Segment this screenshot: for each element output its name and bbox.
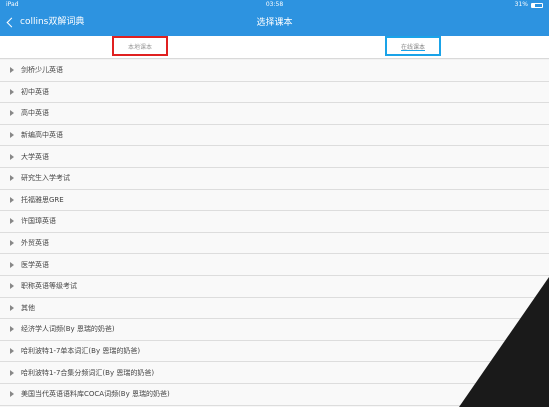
triangle-right-icon xyxy=(10,348,14,355)
list-item[interactable]: 新编高中英语 xyxy=(0,124,549,147)
list-item-label: 医学英语 xyxy=(21,260,49,269)
list-item-label: 新编高中英语 xyxy=(21,131,63,140)
list-item-label: 职称英语等级考试 xyxy=(21,282,77,291)
triangle-right-icon xyxy=(10,110,14,117)
triangle-right-icon xyxy=(10,88,14,95)
triangle-right-icon xyxy=(10,326,14,333)
list-item[interactable]: 大学英语 xyxy=(0,146,549,168)
triangle-right-icon xyxy=(10,261,14,268)
list-item-label: 其他 xyxy=(21,303,35,312)
list-item[interactable]: 初中英语 xyxy=(0,81,549,104)
list-item-label: 外贸英语 xyxy=(21,239,49,248)
battery-status: 31% xyxy=(515,0,543,10)
battery-fill xyxy=(532,3,536,7)
status-bar: iPad 03:58 31% xyxy=(0,0,549,10)
tab-underline xyxy=(401,50,425,51)
triangle-right-icon xyxy=(10,369,14,376)
triangle-right-icon xyxy=(10,283,14,290)
list-item-label: 许国璋英语 xyxy=(21,217,56,226)
list-item-label: 研究生入学考试 xyxy=(21,174,70,183)
triangle-right-icon xyxy=(10,153,14,160)
list-item[interactable]: 剑桥少儿英语 xyxy=(0,60,549,82)
triangle-right-icon xyxy=(10,240,14,247)
list-item-label: 哈利波特1-7合集分频词汇(By 恩瑞的奶爸) xyxy=(21,368,155,377)
triangle-right-icon xyxy=(10,218,14,225)
battery-icon xyxy=(531,2,543,8)
online-textbook-tab[interactable]: 在线课本 xyxy=(385,36,441,56)
triangle-right-icon xyxy=(10,132,14,139)
list-item-label: 初中英语 xyxy=(21,87,49,96)
list-item[interactable]: 研究生入学考试 xyxy=(0,167,549,190)
list-item-label: 哈利波特1-7单本词汇(By 恩瑞的奶爸) xyxy=(21,347,141,356)
list-item[interactable]: 托福雅思GRE xyxy=(0,189,549,212)
page-title: 选择课本 xyxy=(256,18,293,28)
list-item-label: 剑桥少儿英语 xyxy=(21,66,63,75)
list-item[interactable]: 许国璋英语 xyxy=(0,211,549,233)
list-item-label: 高中英语 xyxy=(21,109,49,118)
triangle-right-icon xyxy=(10,196,14,203)
list-item-label: 经济学人词频(By 恩瑞的奶爸) xyxy=(21,325,115,334)
triangle-right-icon xyxy=(10,175,14,182)
triangle-right-icon xyxy=(10,304,14,311)
list-item-label: 托福雅思GRE xyxy=(21,195,64,204)
triangle-right-icon xyxy=(10,67,14,74)
list-item[interactable]: 医学英语 xyxy=(0,254,549,276)
navigation-bar: collins双解词典 选择课本 xyxy=(0,12,549,34)
list-item-label: 美国当代英语语料库COCA词频(By 恩瑞的奶爸) xyxy=(21,390,170,399)
list-item[interactable]: 外贸英语 xyxy=(0,232,549,255)
dark-corner-overlay xyxy=(459,277,549,407)
textbook-list: 剑桥少儿英语 初中英语 高中英语 新编高中英语 大学英语 研究生入学考试 托福雅… xyxy=(0,60,549,407)
top-header: iPad 03:58 31% collins双解词典 选择课本 xyxy=(0,0,549,36)
triangle-right-icon xyxy=(10,391,14,398)
clock: 03:58 xyxy=(265,1,284,8)
battery-percent: 31% xyxy=(514,1,528,8)
segment-bar: 本地课本 在线课本 xyxy=(0,36,549,59)
list-item-label: 大学英语 xyxy=(21,152,49,161)
list-item[interactable]: 高中英语 xyxy=(0,103,549,125)
local-textbook-tab[interactable]: 本地课本 xyxy=(112,36,168,56)
